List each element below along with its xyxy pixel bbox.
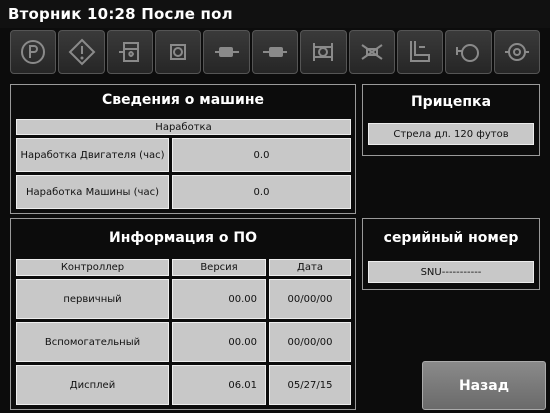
row-display-controller: Дисплей: [16, 365, 169, 405]
row-auxiliary-date: 00/00/00: [269, 322, 351, 362]
row-primary-controller: первичный: [16, 279, 169, 319]
machine-info-panel: Сведения о машине Наработка Наработка Дв…: [10, 84, 356, 214]
row-auxiliary-version: 00.00: [172, 322, 266, 362]
parking-icon[interactable]: [10, 30, 57, 74]
engine-icon[interactable]: [155, 30, 202, 74]
filter-icon[interactable]: [348, 30, 395, 74]
gear-pump-icon[interactable]: [493, 30, 540, 74]
back-button[interactable]: Назад: [422, 361, 546, 410]
column-header-date: Дата: [269, 259, 351, 276]
serial-number-value: SNU-----------: [368, 261, 534, 283]
fan-icon[interactable]: [300, 30, 347, 74]
warning-icon[interactable]: [58, 30, 105, 74]
hitch-panel: Прицепка Стрела дл. 120 футов: [362, 84, 540, 156]
motor-icon[interactable]: [445, 30, 492, 74]
serial-number-title: серийный номер: [383, 230, 519, 246]
row-display-date: 05/27/15: [269, 365, 351, 405]
hitch-title: Прицепка: [410, 94, 492, 110]
engine-hours-label: Наработка Двигателя (час): [16, 138, 169, 172]
serial-number-panel: серийный номер SNU-----------: [362, 218, 540, 290]
machine-hours-label: Наработка Машины (час): [16, 175, 169, 209]
software-info-title: Информация о ПО: [109, 230, 257, 246]
column-header-controller: Контроллер: [16, 259, 169, 276]
status-header: Вторник 10:28 После пол: [0, 0, 550, 28]
pressure-icon[interactable]: [396, 30, 444, 74]
row-display-version: 06.01: [172, 365, 266, 405]
back-button-label: Назад: [458, 377, 510, 394]
hitch-value[interactable]: Стрела дл. 120 футов: [368, 123, 534, 145]
machine-hours-value: 0.0: [172, 175, 351, 209]
row-primary-version: 00.00: [172, 279, 266, 319]
hydraulic-icon[interactable]: [203, 30, 250, 74]
row-auxiliary-controller: Вспомогательный: [16, 322, 169, 362]
indicator-bar: [10, 30, 540, 74]
fluid-level-icon[interactable]: [106, 30, 154, 74]
hydraulic-pump-icon[interactable]: [251, 30, 299, 74]
header-title: Вторник 10:28 После пол: [8, 5, 233, 23]
software-info-panel: Информация о ПО Контроллер Версия Дата п…: [10, 218, 356, 410]
machine-info-title: Сведения о машине: [101, 92, 264, 108]
hours-header: Наработка: [16, 119, 351, 135]
row-primary-date: 00/00/00: [269, 279, 351, 319]
column-header-version: Версия: [172, 259, 266, 276]
engine-hours-value: 0.0: [172, 138, 351, 172]
